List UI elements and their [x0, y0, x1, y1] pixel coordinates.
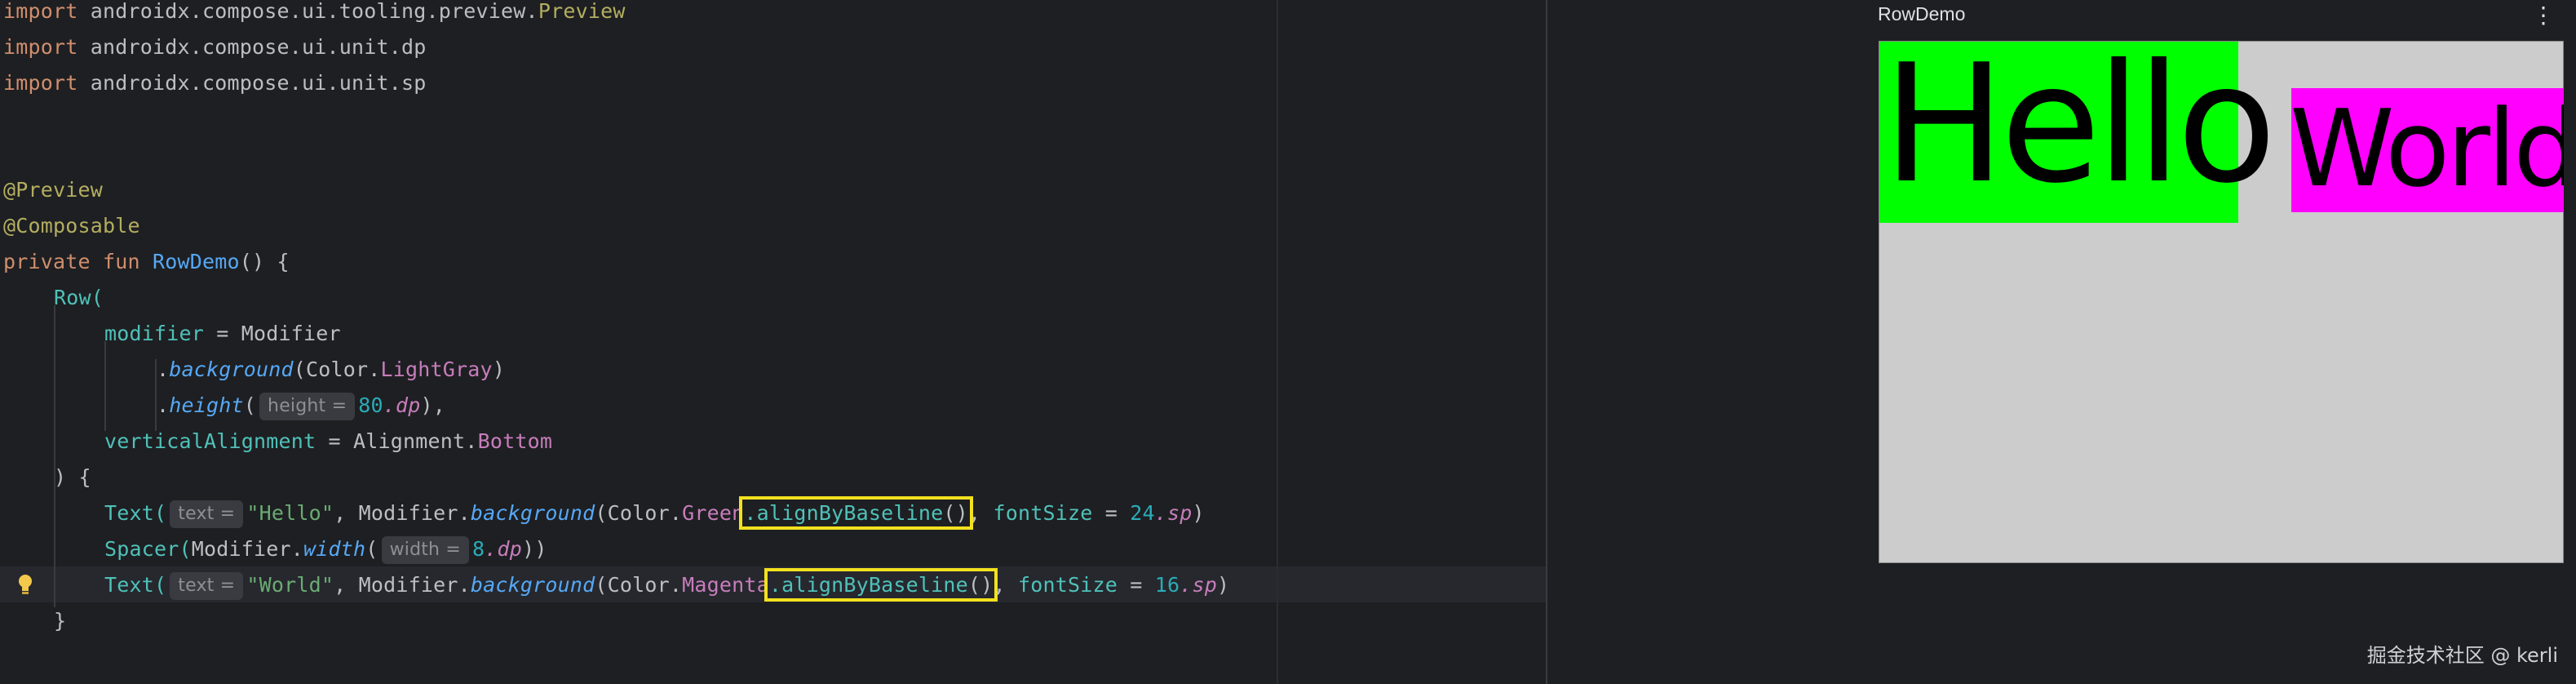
- args-open: (Color.: [595, 573, 683, 597]
- number-24: 24: [1130, 501, 1155, 525]
- highlight-box: .alignByBaseline(): [739, 496, 973, 530]
- keyword-private-fun: private fun: [3, 250, 140, 273]
- world-text-box: World: [2291, 88, 2564, 212]
- indent-guide: [54, 305, 55, 607]
- height-line[interactable]: .height(height = 80.dp),: [157, 388, 445, 424]
- code-editor[interactable]: import androidx.compose.ui.tooling.previ…: [0, 0, 1546, 684]
- preview-title[interactable]: RowDemo: [1878, 3, 1965, 25]
- param-modifier: modifier: [104, 322, 205, 345]
- keyword-import: import: [3, 35, 78, 59]
- lightbulb-icon[interactable]: [16, 573, 34, 596]
- args-close: ): [1217, 573, 1230, 597]
- spacer-call: Spacer(: [104, 537, 192, 561]
- fn-background: background: [169, 358, 294, 381]
- number-80: 80: [358, 393, 383, 417]
- function-params: () {: [239, 250, 290, 273]
- import-class: Preview: [538, 0, 626, 23]
- number-8: 8: [472, 537, 485, 561]
- modifier-value: = Modifier: [204, 322, 341, 345]
- string-world: "World": [246, 573, 334, 597]
- args-open: (Color.: [293, 358, 381, 381]
- alignment-ref: = Alignment.: [316, 429, 478, 453]
- modifier-ref: Modifier.: [191, 537, 304, 561]
- compose-preview-panel: RowDemo ⋮ Hello World 掘金技术社区 @ kerli: [1547, 0, 2576, 684]
- fn-background: background: [470, 573, 595, 597]
- param-font-size: fontSize: [1017, 573, 1118, 597]
- hello-text: Hello: [1883, 29, 2277, 220]
- text-world-line[interactable]: Text(text = "World", Modifier.background(…: [104, 567, 1229, 603]
- background-line[interactable]: .background(Color.LightGray): [157, 352, 505, 388]
- equals: =: [1092, 501, 1131, 525]
- number-16: 16: [1154, 573, 1180, 597]
- ext-sp: .sp: [1154, 501, 1193, 525]
- modifier-ref: , Modifier.: [334, 501, 471, 525]
- more-options-icon[interactable]: ⋮: [2532, 2, 2555, 29]
- param-hint-width: width =: [381, 536, 470, 564]
- args-open: (: [243, 393, 257, 417]
- fn-background: background: [470, 501, 595, 525]
- annotation-preview[interactable]: @Preview: [3, 172, 103, 208]
- keyword-import: import: [3, 0, 78, 23]
- modifier-ref: , Modifier.: [334, 573, 471, 597]
- world-text: World: [2291, 88, 2564, 211]
- text-call: Text(: [104, 501, 167, 525]
- color-magenta: Magenta: [682, 573, 769, 597]
- args-open: (: [365, 537, 378, 561]
- param-hint-height: height =: [259, 393, 356, 420]
- args-close: ): [1192, 501, 1205, 525]
- preview-canvas[interactable]: Hello World: [1879, 35, 2564, 563]
- function-name: RowDemo: [153, 250, 240, 273]
- highlight-box: .alignByBaseline(): [764, 568, 998, 602]
- fn-height: height: [169, 393, 244, 417]
- parens: (): [967, 573, 994, 597]
- code-line-3[interactable]: import androidx.compose.ui.unit.sp: [3, 65, 427, 101]
- watermark: 掘金技术社区 @ kerli: [2366, 644, 2558, 667]
- fn-align-by-baseline: .alignByBaseline: [744, 501, 944, 525]
- ext-dp: .dp: [383, 393, 421, 417]
- param-hint-text: text =: [170, 572, 244, 600]
- hello-text-box: Hello: [1879, 35, 2277, 223]
- annotation-composable[interactable]: @Composable: [3, 208, 140, 244]
- spacer-line[interactable]: Spacer(Modifier.width(width = 8.dp)): [104, 531, 547, 567]
- function-declaration[interactable]: private fun RowDemo() {: [3, 244, 290, 280]
- ext-sp: .sp: [1180, 573, 1218, 597]
- vertical-alignment-line[interactable]: verticalAlignment = Alignment.Bottom: [104, 424, 552, 460]
- args-open: (Color.: [595, 501, 683, 525]
- color-lightgray: LightGray: [380, 358, 493, 381]
- code-line-2[interactable]: import androidx.compose.ui.unit.dp: [3, 29, 427, 65]
- ext-dp: .dp: [485, 537, 523, 561]
- fn-align-by-baseline: .alignByBaseline: [768, 573, 968, 597]
- color-green: Green: [682, 501, 745, 525]
- closing-brace[interactable]: }: [54, 603, 66, 639]
- fn-width: width: [303, 537, 366, 561]
- modifier-line[interactable]: modifier = Modifier: [104, 316, 341, 352]
- code-line-1[interactable]: import androidx.compose.ui.tooling.previ…: [3, 0, 626, 29]
- dot: .: [157, 393, 170, 417]
- param-font-size: fontSize: [993, 501, 1093, 525]
- indent-guide: [104, 341, 106, 431]
- import-path: androidx.compose.ui.tooling.preview.: [77, 0, 538, 23]
- text-hello-line[interactable]: Text(text = "Hello", Modifier.background(…: [104, 495, 1205, 531]
- args-close: ),: [420, 393, 445, 417]
- equals: =: [1117, 573, 1155, 597]
- args-close: )): [522, 537, 547, 561]
- comma: ,: [967, 501, 994, 525]
- comma: ,: [993, 573, 1018, 597]
- right-margin-guide: [1277, 0, 1278, 684]
- string-hello: "Hello": [246, 501, 334, 525]
- args-close: ): [492, 358, 506, 381]
- text-call: Text(: [104, 573, 167, 597]
- import-path: androidx.compose.ui.unit.dp: [77, 35, 427, 59]
- parens: (): [943, 501, 968, 525]
- row-params-close[interactable]: ) {: [54, 460, 91, 495]
- row-call[interactable]: Row(: [54, 280, 104, 316]
- keyword-import: import: [3, 71, 78, 95]
- dot: .: [157, 358, 170, 381]
- param-hint-text: text =: [170, 500, 244, 528]
- alignment-bottom: Bottom: [477, 429, 553, 453]
- param-vertical-alignment: verticalAlignment: [104, 429, 316, 453]
- import-path: androidx.compose.ui.unit.sp: [77, 71, 427, 95]
